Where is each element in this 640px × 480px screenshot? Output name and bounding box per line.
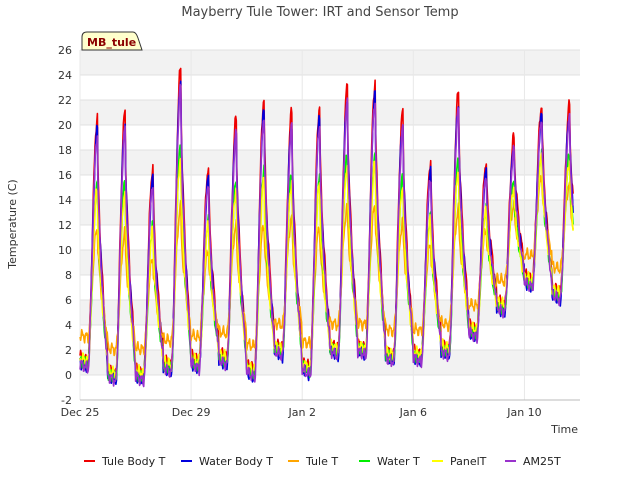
chart-title: Mayberry Tule Tower: IRT and Sensor Temp — [181, 5, 458, 20]
x-tick-label: Jan 10 — [506, 406, 541, 419]
y-tick-label: 12 — [58, 219, 72, 232]
y-tick-label: 20 — [58, 119, 72, 132]
plot-band — [80, 50, 580, 75]
y-tick-label: 16 — [58, 169, 72, 182]
y-axis-label: Temperature (C) — [6, 179, 19, 269]
legend-label: PanelT — [450, 455, 487, 468]
plot-band — [80, 100, 580, 125]
legend-label: Water T — [377, 455, 420, 468]
legend-label: AM25T — [523, 455, 561, 468]
x-tick-label: Jan 6 — [399, 406, 427, 419]
y-tick-label: 6 — [65, 294, 72, 307]
y-tick-label: 4 — [65, 319, 72, 332]
x-tick-label: Dec 25 — [61, 406, 100, 419]
legend-label: Tule Body T — [101, 455, 166, 468]
plot-band — [80, 200, 580, 225]
y-tick-label: 24 — [58, 69, 72, 82]
badge-label: MB_tule — [87, 36, 136, 49]
chart: Mayberry Tule Tower: IRT and Sensor Temp… — [0, 0, 640, 480]
y-tick-label: 2 — [65, 344, 72, 357]
x-tick-label: Dec 29 — [172, 406, 211, 419]
x-tick-label: Jan 2 — [287, 406, 315, 419]
y-tick-label: 22 — [58, 94, 72, 107]
y-tick-label: 0 — [65, 369, 72, 382]
station-badge: MB_tule — [81, 31, 143, 51]
plot-band — [80, 150, 580, 175]
y-tick-label: 8 — [65, 269, 72, 282]
y-tick-label: 10 — [58, 244, 72, 257]
y-tick-label: 26 — [58, 44, 72, 57]
y-tick-label: 18 — [58, 144, 72, 157]
x-axis-label: Time — [550, 423, 578, 436]
y-tick-label: 14 — [58, 194, 72, 207]
legend-label: Water Body T — [199, 455, 273, 468]
legend-label: Tule T — [305, 455, 338, 468]
